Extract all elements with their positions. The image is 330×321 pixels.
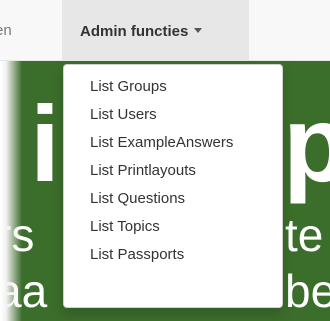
hero-big-text-right: p: [283, 83, 330, 204]
menu-item-list-users[interactable]: List Users: [64, 104, 282, 132]
nav-item-partial[interactable]: en: [0, 0, 62, 61]
menu-item-list-exampleanswers[interactable]: List ExampleAnswers: [64, 132, 282, 160]
hero-line2-right: be: [285, 265, 330, 317]
menu-item-list-groups[interactable]: List Groups: [64, 76, 282, 104]
page: i p rs te aa be en Admin functies List G…: [0, 0, 330, 321]
nav-item-partial-label: en: [0, 22, 12, 39]
chevron-down-icon: [194, 27, 203, 33]
menu-item-list-passports[interactable]: List Passports: [64, 244, 282, 272]
menu-item-list-topics[interactable]: List Topics: [64, 216, 282, 244]
admin-dropdown-menu: List Groups List Users List ExampleAnswe…: [63, 64, 283, 308]
navbar: en Admin functies: [0, 0, 330, 61]
admin-functies-menu-toggle[interactable]: Admin functies: [62, 0, 249, 61]
hero-big-text-left: i: [30, 83, 61, 204]
hero-edge-shadow: [0, 60, 22, 321]
menu-item-list-printlayouts[interactable]: List Printlayouts: [64, 160, 282, 188]
admin-functies-label: Admin functies: [80, 23, 189, 40]
menu-item-list-questions[interactable]: List Questions: [64, 188, 282, 216]
hero-line1-right: te: [285, 209, 324, 261]
